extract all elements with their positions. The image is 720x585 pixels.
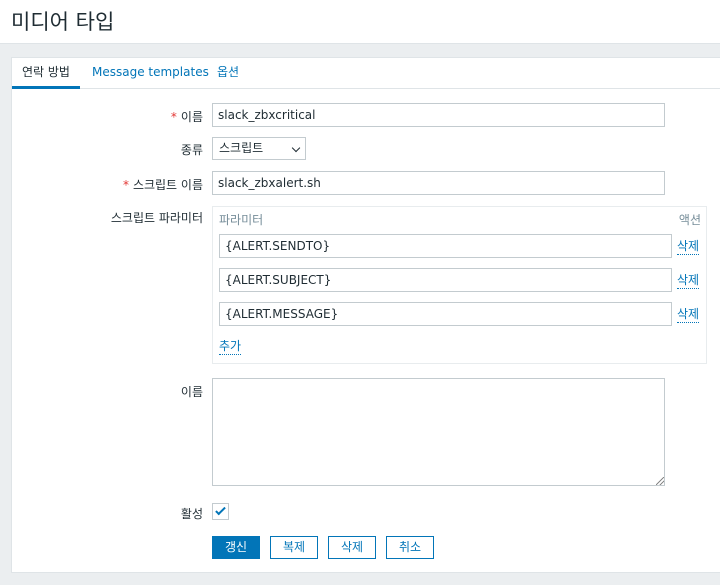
resize-grip-icon[interactable] xyxy=(656,477,664,485)
clone-button[interactable]: 복제 xyxy=(270,536,318,559)
description-textarea[interactable] xyxy=(212,378,665,486)
update-button[interactable]: 갱신 xyxy=(212,536,260,559)
chevron-down-icon xyxy=(291,143,301,153)
type-select[interactable]: 스크립트 xyxy=(212,137,306,160)
action-column-header: 액션 xyxy=(678,213,701,227)
type-select-value: 스크립트 xyxy=(219,141,264,155)
remove-param-link[interactable]: 삭제 xyxy=(677,271,700,289)
name-input[interactable]: slack_zbxcritical xyxy=(212,103,665,127)
param-input[interactable]: {ALERT.SUBJECT} xyxy=(219,268,672,292)
param-input[interactable]: {ALERT.SENDTO} xyxy=(219,234,672,258)
script-name-input[interactable]: slack_zbxalert.sh xyxy=(212,171,665,195)
checkmark-icon xyxy=(215,504,226,516)
remove-param-link[interactable]: 삭제 xyxy=(677,237,700,255)
enabled-label: 활성 xyxy=(180,507,203,521)
delete-button[interactable]: 삭제 xyxy=(328,536,376,559)
required-marker: * xyxy=(170,110,177,124)
label-column: * 이름 종류 * 스크립트 이름 스크립트 파라미터 이름 활성 xyxy=(12,58,203,572)
required-marker: * xyxy=(122,178,129,192)
script-params-label: 스크립트 파라미터 xyxy=(110,211,203,225)
form-container: 연락 방법 Message templates 옵션 * 이름 종류 * 스크립트 … xyxy=(11,57,720,573)
script-params-table: 파라미터 액션 {ALERT.SENDTO} 삭제 {ALERT.SUBJECT… xyxy=(212,206,707,364)
enabled-checkbox[interactable] xyxy=(212,503,229,520)
description-label: 이름 xyxy=(180,385,203,399)
type-label: 종류 xyxy=(180,143,203,157)
resize-grip-lines xyxy=(656,477,664,485)
cancel-button[interactable]: 취소 xyxy=(386,536,434,559)
add-param-link[interactable]: 추가 xyxy=(219,337,242,355)
page-header: 미디어 타입 xyxy=(0,0,720,44)
tab-options[interactable]: 옵션 xyxy=(207,58,249,89)
script-name-label: * 스크립트 이름 xyxy=(122,178,203,192)
params-column-header: 파라미터 xyxy=(219,213,264,227)
name-label: * 이름 xyxy=(170,110,203,124)
page-title: 미디어 타입 xyxy=(11,10,115,34)
remove-param-link[interactable]: 삭제 xyxy=(677,305,700,323)
param-input[interactable]: {ALERT.MESSAGE} xyxy=(219,302,672,326)
